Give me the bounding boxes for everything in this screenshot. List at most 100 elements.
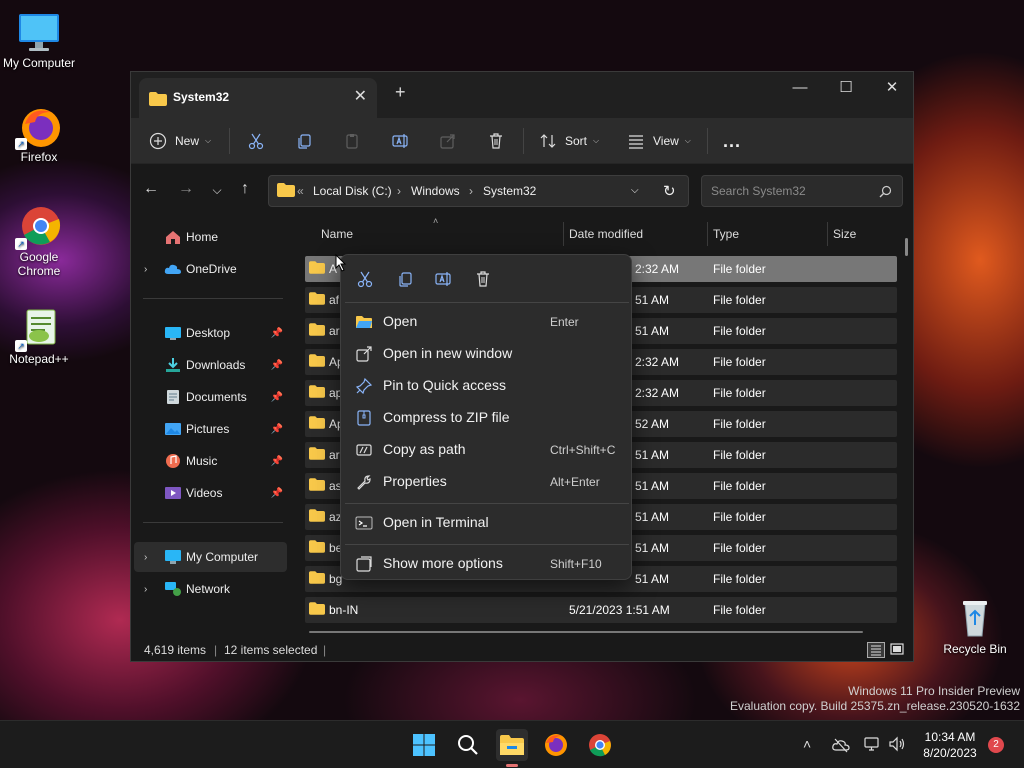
taskbar-firefox[interactable] [540, 729, 572, 761]
shortcut-arrow-icon: ↗ [15, 340, 27, 352]
sidebar-item-network[interactable]: › Network [134, 574, 287, 604]
ctx-rename-button[interactable] [429, 265, 457, 293]
breadcrumb-separator-icon: › [397, 184, 401, 198]
search-button[interactable] [452, 729, 484, 761]
column-header-date[interactable]: Date modified [569, 227, 643, 241]
paste-button[interactable] [343, 118, 361, 164]
sidebar-item-home[interactable]: Home [134, 222, 287, 252]
vertical-scrollbar[interactable] [905, 238, 908, 256]
tiles-view-icon[interactable] [889, 642, 907, 658]
menu-item-open-new-window[interactable]: Open in new window [345, 339, 629, 369]
notification-badge[interactable]: 2 [988, 737, 1004, 753]
maximize-icon[interactable]: ☐ [823, 74, 869, 102]
rename-icon [392, 134, 408, 148]
tab-close-icon[interactable]: ✕ [354, 86, 367, 106]
chevron-right-icon[interactable]: › [144, 584, 147, 595]
menu-item-show-more-options[interactable]: Show more options Shift+F10 [345, 549, 629, 579]
ctx-cut-button[interactable] [351, 265, 379, 293]
refresh-icon[interactable]: ↻ [663, 182, 676, 200]
close-window-icon[interactable]: ✕ [869, 74, 915, 102]
column-header-type[interactable]: Type [713, 227, 739, 241]
sidebar-item-onedrive[interactable]: › OneDrive [134, 254, 287, 284]
monitor-icon [17, 10, 61, 54]
new-tab-icon[interactable]: + [395, 82, 406, 103]
delete-button[interactable] [487, 118, 505, 164]
toolbar-divider [707, 128, 708, 154]
taskbar-file-explorer[interactable] [496, 729, 528, 767]
sidebar-item-music[interactable]: Music 📌 [134, 446, 287, 476]
breadcrumb-local-disk[interactable]: Local Disk (C:) [313, 184, 392, 198]
ctx-copy-button[interactable] [391, 265, 419, 293]
share-button[interactable] [439, 118, 457, 164]
cut-button[interactable] [247, 118, 265, 164]
overflow-crumb[interactable]: « [297, 184, 304, 198]
download-icon [166, 358, 180, 372]
menu-item-copy-as-path[interactable]: Copy as path Ctrl+Shift+C [345, 435, 629, 465]
search-input[interactable]: Search System32 [701, 175, 903, 207]
column-header-size[interactable]: Size [833, 227, 856, 241]
desktop-icon-recycle-bin[interactable]: Recycle Bin [936, 596, 1014, 656]
clock-date: 8/20/2023 [923, 746, 977, 760]
onedrive-offline-icon[interactable] [832, 737, 850, 753]
menu-item-properties[interactable]: Properties Alt+Enter [345, 467, 629, 497]
details-view-icon[interactable] [867, 642, 885, 658]
system-clock[interactable]: 10:34 AM 8/20/2023 [914, 729, 986, 761]
show-hidden-icons-chevron[interactable]: ˄ [803, 736, 811, 752]
recent-chevron-icon[interactable]: ⌵ [207, 183, 227, 198]
sort-button[interactable]: Sort ⌵ [539, 118, 599, 164]
new-button[interactable]: New ⌵ [149, 118, 211, 164]
column-divider[interactable] [827, 222, 828, 246]
taskbar-chrome[interactable] [584, 729, 616, 761]
ctx-delete-button[interactable] [469, 265, 497, 293]
back-arrow-icon[interactable]: ← [141, 180, 161, 198]
rename-button[interactable] [391, 118, 409, 164]
chevron-right-icon[interactable]: › [144, 264, 147, 275]
menu-item-open-terminal[interactable]: Open in Terminal [345, 508, 629, 538]
desktop-icon-firefox[interactable]: ↗ Firefox [0, 104, 78, 164]
breadcrumb-system32[interactable]: System32 [483, 184, 536, 198]
network-icon[interactable] [864, 736, 882, 752]
wrench-icon [357, 475, 371, 490]
menu-divider [345, 302, 629, 303]
menu-item-compress-zip[interactable]: Compress to ZIP file [345, 403, 629, 433]
address-bar[interactable]: « Local Disk (C:) › Windows › System32 ⌵… [268, 175, 689, 207]
desktop-icon-my-computer[interactable]: My Computer [0, 10, 78, 70]
trash-icon [490, 133, 502, 149]
desktop-icon-chrome[interactable]: ↗ Google Chrome [0, 204, 78, 278]
copy-button[interactable] [295, 118, 313, 164]
see-more-button[interactable]: ... [723, 118, 741, 164]
horizontal-scrollbar[interactable] [309, 631, 863, 633]
up-arrow-icon[interactable]: ↑ [235, 180, 255, 198]
start-button[interactable] [408, 729, 440, 761]
file-row[interactable]: bn-IN 5/21/2023 1:51 AM File folder [305, 597, 897, 623]
sidebar-item-desktop[interactable]: Desktop 📌 [134, 318, 287, 348]
forward-arrow-icon[interactable]: → [176, 180, 196, 198]
column-divider[interactable] [563, 222, 564, 246]
menu-item-open[interactable]: Open Enter [345, 307, 629, 337]
sidebar-item-my-computer[interactable]: › My Computer [134, 542, 287, 572]
volume-icon[interactable] [888, 736, 906, 752]
address-history-chevron-icon[interactable]: ⌵ [631, 185, 639, 196]
sort-icon [540, 134, 556, 148]
sidebar-item-documents[interactable]: Documents 📌 [134, 382, 287, 412]
minimize-icon[interactable]: — [777, 74, 823, 102]
menu-item-pin-quick-access[interactable]: Pin to Quick access [345, 371, 629, 401]
search-icon [458, 735, 478, 755]
file-name: af [329, 293, 340, 307]
tab-system32[interactable]: System32 ✕ [139, 78, 377, 118]
pin-icon: 📌 [270, 327, 283, 339]
view-button[interactable]: View ⌵ [627, 118, 691, 164]
desktop-icon-notepadpp[interactable]: ↗ Notepad++ [0, 306, 78, 366]
sidebar-item-downloads[interactable]: Downloads 📌 [134, 350, 287, 380]
chevron-down-icon: ⌵ [205, 136, 212, 145]
file-date: 51 AM [635, 448, 670, 462]
column-divider[interactable] [707, 222, 708, 246]
file-type: File folder [713, 262, 766, 276]
column-header-name[interactable]: Name [321, 227, 353, 241]
file-type: File folder [713, 510, 766, 524]
breadcrumb-windows[interactable]: Windows [411, 184, 460, 198]
chevron-right-icon[interactable]: › [144, 552, 147, 563]
sidebar-item-videos[interactable]: Videos 📌 [134, 478, 287, 508]
sidebar-item-pictures[interactable]: Pictures 📌 [134, 414, 287, 444]
menu-item-label: Copy as path [383, 441, 466, 457]
